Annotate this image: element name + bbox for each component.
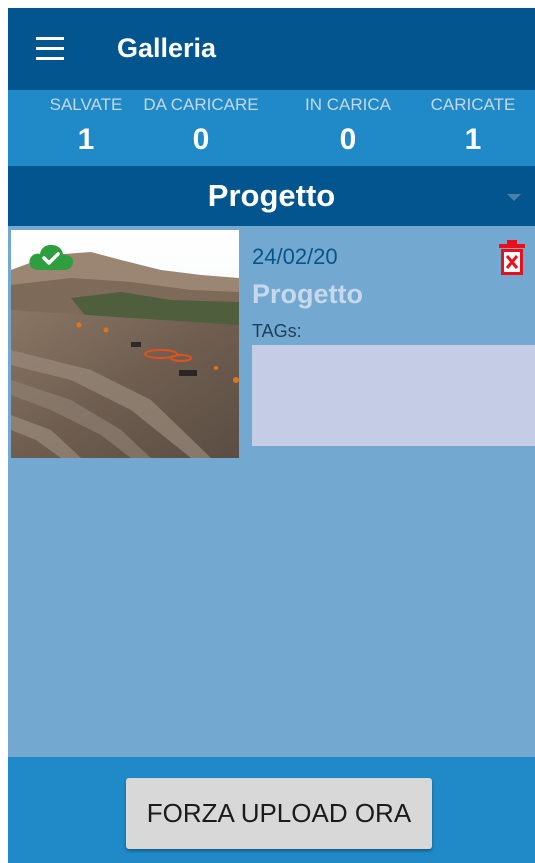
stat-caricate: CARICATE 1 bbox=[420, 90, 526, 166]
trash-delete-icon[interactable] bbox=[498, 240, 526, 276]
stat-da-caricare: DA CARICARE 0 bbox=[132, 90, 270, 166]
stat-value: 0 bbox=[339, 123, 357, 156]
photo-thumbnail[interactable] bbox=[11, 230, 239, 458]
stat-value: 0 bbox=[192, 123, 210, 156]
stat-in-carica: IN CARICA 0 bbox=[290, 90, 406, 166]
project-selected-value: Progetto bbox=[207, 178, 336, 213]
tags-label: TAGs: bbox=[252, 321, 302, 341]
force-upload-button[interactable]: FORZA UPLOAD ORA bbox=[126, 778, 432, 849]
cloud-uploaded-check-icon bbox=[27, 242, 75, 277]
hamburger-menu-icon[interactable] bbox=[26, 32, 70, 68]
photo-project-title: Progetto bbox=[252, 279, 363, 309]
gallery-item[interactable]: 24/02/20 Progetto TAGs: bbox=[8, 226, 535, 462]
tags-field[interactable] bbox=[252, 345, 535, 446]
photo-date: 24/02/20 bbox=[252, 244, 338, 269]
app-screen: Galleria SALVATE 1 DA CARICARE 0 IN CARI… bbox=[8, 8, 535, 863]
stat-value: 1 bbox=[77, 123, 95, 156]
stat-label: SALVATE bbox=[49, 95, 123, 114]
bottom-bar: FORZA UPLOAD ORA bbox=[8, 757, 535, 863]
stat-label: IN CARICA bbox=[305, 95, 391, 114]
stat-label: DA CARICARE bbox=[143, 95, 259, 114]
stat-value: 1 bbox=[464, 123, 482, 156]
app-bar: Galleria bbox=[8, 8, 535, 90]
page-title: Galleria bbox=[117, 33, 217, 63]
project-selector[interactable]: Progetto bbox=[8, 166, 535, 226]
upload-stats-bar: SALVATE 1 DA CARICARE 0 IN CARICA 0 CARI… bbox=[8, 90, 535, 166]
stat-salvate: SALVATE 1 bbox=[34, 90, 138, 166]
stat-label: CARICATE bbox=[430, 95, 516, 114]
dropdown-arrow-icon[interactable] bbox=[507, 194, 521, 201]
